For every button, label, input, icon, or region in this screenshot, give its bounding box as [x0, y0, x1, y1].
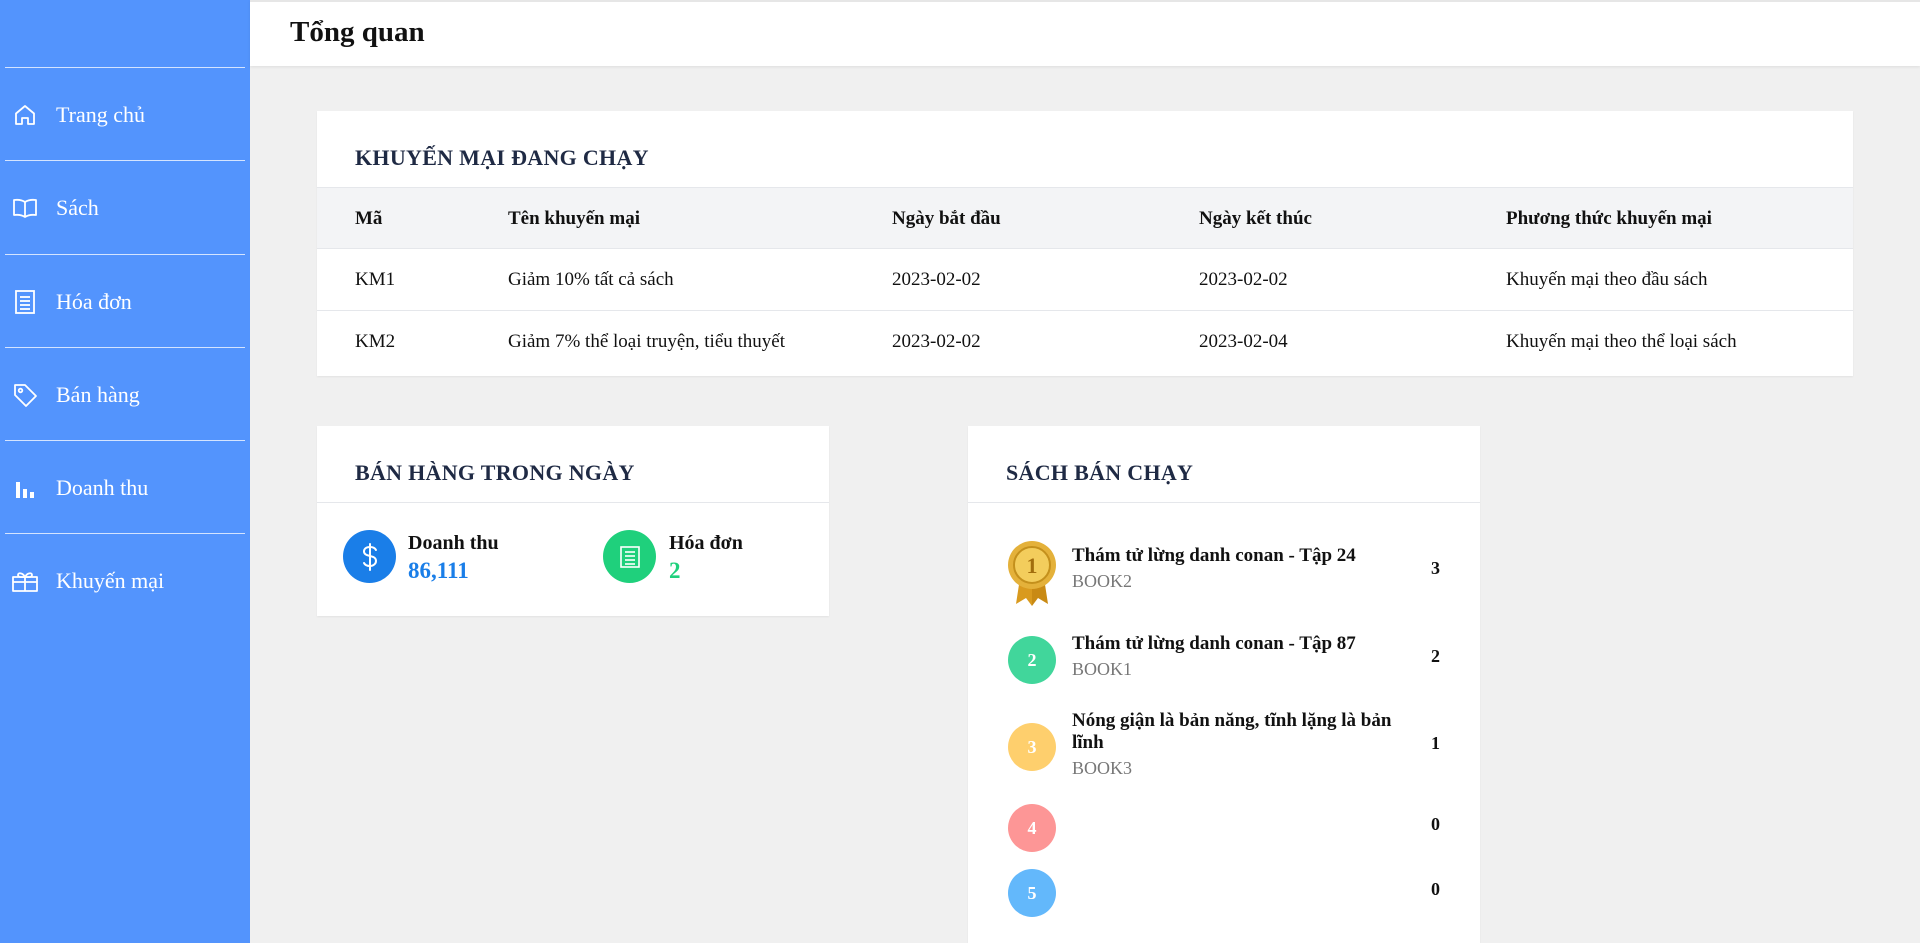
rank-badge: 4	[1008, 804, 1056, 852]
bar-chart-icon	[11, 474, 39, 502]
revenue-label: Doanh thu	[408, 532, 499, 554]
book-quantity: 2	[1431, 646, 1440, 666]
revenue-value: 86,111	[408, 558, 469, 583]
column-header-code: Mã	[355, 208, 383, 229]
promo-end-date: 2023-02-02	[1199, 269, 1288, 290]
receipt-icon	[11, 288, 39, 316]
book-quantity: 0	[1431, 879, 1440, 899]
rank-badge: 2	[1008, 636, 1056, 684]
promo-start-date: 2023-02-02	[892, 331, 981, 352]
promo-name: Giảm 7% thể loại truyện, tiểu thuyết	[508, 331, 786, 352]
book-quantity: 1	[1431, 733, 1440, 753]
receipt-icon	[603, 530, 656, 583]
sidebar-item-ban-hang[interactable]: Bán hàng	[0, 365, 250, 425]
sidebar-divider	[5, 440, 245, 441]
card-divider	[317, 502, 829, 503]
tag-icon	[11, 381, 39, 409]
book-code: BOOK2	[1072, 571, 1133, 591]
sidebar-item-trang-chu[interactable]: Trang chủ	[0, 85, 250, 145]
rank-badge: 5	[1008, 869, 1056, 917]
invoice-value: 2	[669, 558, 681, 583]
sidebar-item-label: Sách	[56, 195, 99, 220]
invoice-label: Hóa đơn	[669, 532, 743, 554]
sidebar-divider	[5, 254, 245, 255]
book-name: Thám tử lừng danh conan - Tập 24	[1072, 545, 1356, 566]
best-sellers-card: SÁCH BÁN CHẠY 1 Thám tử lừng danh conan …	[968, 426, 1480, 943]
rank-badge: 3	[1008, 723, 1056, 771]
dollar-icon	[343, 530, 396, 583]
sidebar: Trang chủ Sách Hóa đơn Bán hàng Doanh th…	[0, 0, 250, 943]
column-header-end-date: Ngày kết thúc	[1199, 208, 1312, 229]
home-icon	[11, 101, 39, 129]
sidebar-divider	[5, 67, 245, 68]
medal-rank-text: 1	[1027, 553, 1038, 578]
sidebar-item-khuyen-mai[interactable]: Khuyến mại	[0, 551, 250, 611]
promo-name: Giảm 10% tất cả sách	[508, 269, 674, 290]
promo-start-date: 2023-02-02	[892, 269, 981, 290]
promo-code: KM1	[355, 269, 396, 290]
sidebar-divider	[5, 533, 245, 534]
sidebar-item-doanh-thu[interactable]: Doanh thu	[0, 458, 250, 518]
book-code: BOOK1	[1072, 659, 1133, 679]
book-code: BOOK3	[1072, 758, 1133, 778]
sidebar-item-hoa-don[interactable]: Hóa đơn	[0, 272, 250, 332]
top-bar: Tổng quan	[250, 0, 1920, 66]
promotions-title: KHUYẾN MẠI ĐANG CHẠY	[355, 145, 649, 170]
promo-code: KM2	[355, 331, 396, 352]
promo-method: Khuyến mại theo đầu sách	[1506, 269, 1708, 290]
promo-end-date: 2023-02-04	[1199, 331, 1288, 352]
sidebar-item-sach[interactable]: Sách	[0, 178, 250, 238]
table-header: Mã Tên khuyến mại Ngày bắt đầu Ngày kết …	[317, 187, 1853, 249]
table-row[interactable]: KM2 Giảm 7% thể loại truyện, tiểu thuyết…	[317, 311, 1853, 373]
sidebar-item-label: Bán hàng	[56, 382, 140, 407]
gift-icon	[11, 567, 39, 595]
promotions-card: KHUYẾN MẠI ĐANG CHẠY Mã Tên khuyến mại N…	[317, 111, 1853, 376]
sidebar-item-label: Doanh thu	[56, 475, 149, 500]
sidebar-divider	[5, 347, 245, 348]
promo-method: Khuyến mại theo thể loại sách	[1506, 331, 1737, 352]
book-name: Nóng giận là bản năng, tĩnh lặng là bản …	[1072, 710, 1392, 753]
book-icon	[11, 194, 39, 222]
page-title: Tổng quan	[290, 16, 425, 48]
book-quantity: 3	[1431, 558, 1440, 578]
sidebar-item-label: Trang chủ	[56, 102, 146, 127]
table-row[interactable]: KM1 Giảm 10% tất cả sách 2023-02-02 2023…	[317, 249, 1853, 311]
best-sellers-title: SÁCH BÁN CHẠY	[1006, 460, 1194, 485]
card-divider	[968, 502, 1480, 503]
gold-medal-icon: 1	[1006, 538, 1058, 608]
column-header-start-date: Ngày bắt đầu	[892, 208, 1001, 229]
book-name: Thám tử lừng danh conan - Tập 87	[1072, 633, 1356, 654]
column-header-method: Phương thức khuyến mại	[1506, 208, 1712, 229]
sidebar-item-label: Hóa đơn	[56, 289, 132, 314]
book-quantity: 0	[1431, 814, 1440, 834]
daily-sales-title: BÁN HÀNG TRONG NGÀY	[355, 460, 635, 485]
column-header-name: Tên khuyến mại	[508, 208, 640, 229]
daily-sales-card: BÁN HÀNG TRONG NGÀY Doanh thu 86,111 Hóa…	[317, 426, 829, 616]
sidebar-divider	[5, 160, 245, 161]
sidebar-item-label: Khuyến mại	[56, 568, 165, 593]
